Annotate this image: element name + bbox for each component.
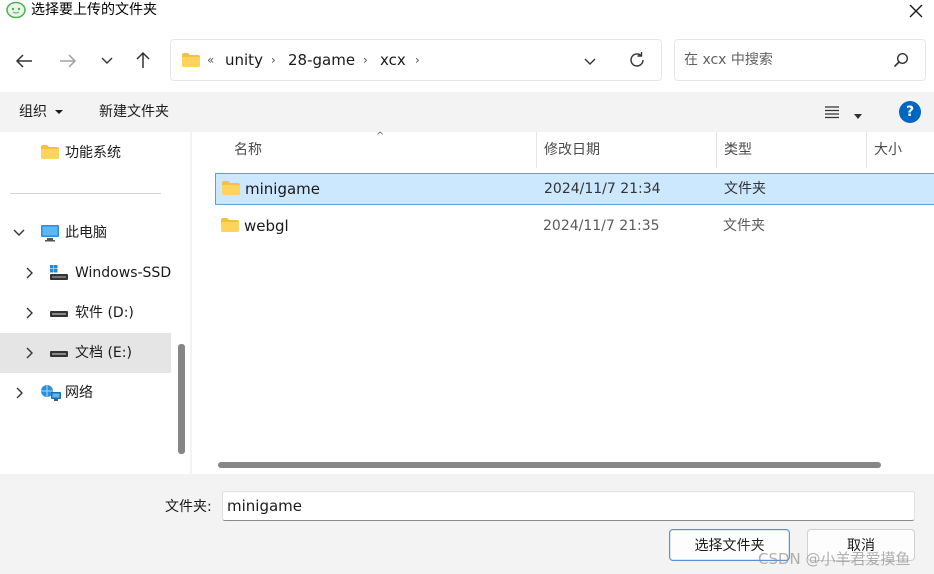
folder-icon bbox=[221, 180, 241, 200]
arrow-up-icon bbox=[136, 51, 150, 68]
list-view-icon bbox=[825, 106, 839, 119]
new-folder-button[interactable]: 新建文件夹 bbox=[99, 92, 169, 132]
file-list-scrollbar[interactable] bbox=[218, 462, 881, 468]
organize-label: 组织 bbox=[19, 104, 47, 120]
arrow-right-icon bbox=[60, 54, 77, 68]
caret-down-icon bbox=[55, 110, 64, 114]
computer-icon bbox=[40, 224, 60, 242]
address-bar[interactable]: « unity › 28-game › xcx › bbox=[170, 39, 662, 81]
chevron-right-icon[interactable]: › bbox=[271, 40, 276, 80]
search-input[interactable]: 在 xcx 中搜索 bbox=[674, 39, 926, 81]
column-divider[interactable] bbox=[866, 132, 867, 168]
chevron-right-icon[interactable]: › bbox=[415, 40, 420, 80]
forward-button[interactable] bbox=[54, 47, 82, 75]
arrow-left-icon bbox=[15, 54, 32, 68]
column-header-name[interactable]: 名称 bbox=[234, 132, 262, 168]
sidebar-item-label: 文档 (E:) bbox=[75, 345, 132, 361]
chevron-right-icon[interactable] bbox=[22, 266, 36, 280]
chevron-down-icon bbox=[584, 58, 596, 65]
drive-icon bbox=[49, 304, 69, 322]
file-type: 文件夹 bbox=[724, 181, 766, 197]
folder-name-input[interactable]: minigame bbox=[222, 491, 915, 521]
folder-field-label: 文件夹: bbox=[165, 499, 212, 515]
organize-menu[interactable]: 组织 bbox=[19, 92, 64, 132]
folder-icon bbox=[40, 144, 60, 162]
file-row-webgl[interactable]: webgl 2024/11/7 21:35 文件夹 bbox=[215, 211, 934, 243]
network-icon bbox=[40, 384, 61, 402]
sidebar-divider bbox=[10, 193, 161, 194]
search-placeholder: 在 xcx 中搜索 bbox=[684, 52, 773, 68]
sidebar-item-network[interactable]: 网络 bbox=[0, 373, 171, 413]
view-dropdown-button[interactable] bbox=[853, 109, 863, 125]
column-header-size[interactable]: 大小 bbox=[874, 132, 902, 168]
search-icon[interactable] bbox=[893, 52, 909, 72]
sidebar-item-label: 软件 (D:) bbox=[75, 305, 134, 321]
title-bar: 选择要上传的文件夹 bbox=[0, 0, 934, 24]
chevron-right-icon[interactable]: › bbox=[363, 40, 368, 80]
file-date: 2024/11/7 21:34 bbox=[544, 181, 661, 197]
file-name: webgl bbox=[244, 217, 289, 235]
sidebar-item-windows-ssd[interactable]: Windows-SSD bbox=[0, 253, 171, 293]
breadcrumb-unity[interactable]: unity bbox=[225, 40, 263, 80]
chevron-right-icon[interactable] bbox=[22, 346, 36, 360]
column-divider[interactable] bbox=[536, 132, 537, 168]
column-header-type[interactable]: 类型 bbox=[724, 132, 752, 168]
sort-ascending-icon: ^ bbox=[376, 131, 385, 142]
file-date: 2024/11/7 21:35 bbox=[543, 218, 660, 234]
folder-icon bbox=[181, 52, 201, 72]
column-header-date[interactable]: 修改日期 bbox=[544, 132, 600, 168]
refresh-button[interactable] bbox=[628, 51, 646, 73]
app-icon bbox=[6, 1, 26, 19]
address-dropdown-button[interactable] bbox=[583, 55, 597, 71]
back-button[interactable] bbox=[10, 47, 38, 75]
command-bar: 组织 新建文件夹 ? bbox=[0, 92, 934, 132]
refresh-icon bbox=[630, 52, 644, 67]
file-list: ^ 名称 修改日期 类型 大小 minigame 2024/11/7 21:34… bbox=[192, 132, 934, 474]
sidebar-item-drive-d[interactable]: 软件 (D:) bbox=[0, 293, 171, 333]
sidebar-item-this-pc[interactable]: 此电脑 bbox=[0, 213, 171, 253]
navigation-pane-scrollbar[interactable] bbox=[178, 344, 185, 454]
file-row-minigame[interactable]: minigame 2024/11/7 21:34 文件夹 bbox=[215, 173, 934, 205]
help-icon: ? bbox=[905, 104, 915, 120]
close-button[interactable] bbox=[904, 0, 928, 22]
folder-icon bbox=[220, 217, 240, 237]
navigation-pane: 功能系统 此电脑 Windows-SSD 软件 (D:) 文档 (E:) 网络 bbox=[0, 132, 190, 474]
help-button[interactable]: ? bbox=[899, 101, 921, 123]
sidebar-item-functional-system[interactable]: 功能系统 bbox=[0, 133, 171, 173]
sidebar-item-label: 网络 bbox=[65, 385, 93, 401]
sidebar-item-label: 此电脑 bbox=[65, 225, 107, 241]
view-options-button[interactable] bbox=[824, 105, 840, 123]
sidebar-item-label: Windows-SSD bbox=[75, 265, 171, 281]
recent-locations-button[interactable] bbox=[93, 47, 121, 75]
sidebar-item-drive-e[interactable]: 文档 (E:) bbox=[0, 333, 171, 373]
chevron-right-icon[interactable] bbox=[12, 386, 26, 400]
chevron-down-icon[interactable] bbox=[12, 226, 26, 240]
up-button[interactable] bbox=[129, 46, 157, 74]
window-title: 选择要上传的文件夹 bbox=[31, 2, 157, 18]
caret-down-icon bbox=[854, 114, 862, 119]
chevron-right-icon[interactable] bbox=[22, 306, 36, 320]
watermark: CSDN @小羊君爱摸鱼 bbox=[758, 550, 911, 568]
file-name: minigame bbox=[245, 180, 321, 198]
close-icon bbox=[909, 4, 923, 18]
breadcrumb-xcx[interactable]: xcx bbox=[380, 40, 406, 80]
windows-drive-icon bbox=[49, 264, 69, 282]
chevron-down-icon bbox=[101, 57, 113, 64]
column-divider[interactable] bbox=[716, 132, 717, 168]
file-type: 文件夹 bbox=[723, 218, 765, 234]
breadcrumb-overflow[interactable]: « bbox=[207, 40, 214, 80]
breadcrumb-28-game[interactable]: 28-game bbox=[288, 40, 355, 80]
drive-icon bbox=[49, 344, 69, 362]
sidebar-item-label: 功能系统 bbox=[65, 145, 121, 161]
